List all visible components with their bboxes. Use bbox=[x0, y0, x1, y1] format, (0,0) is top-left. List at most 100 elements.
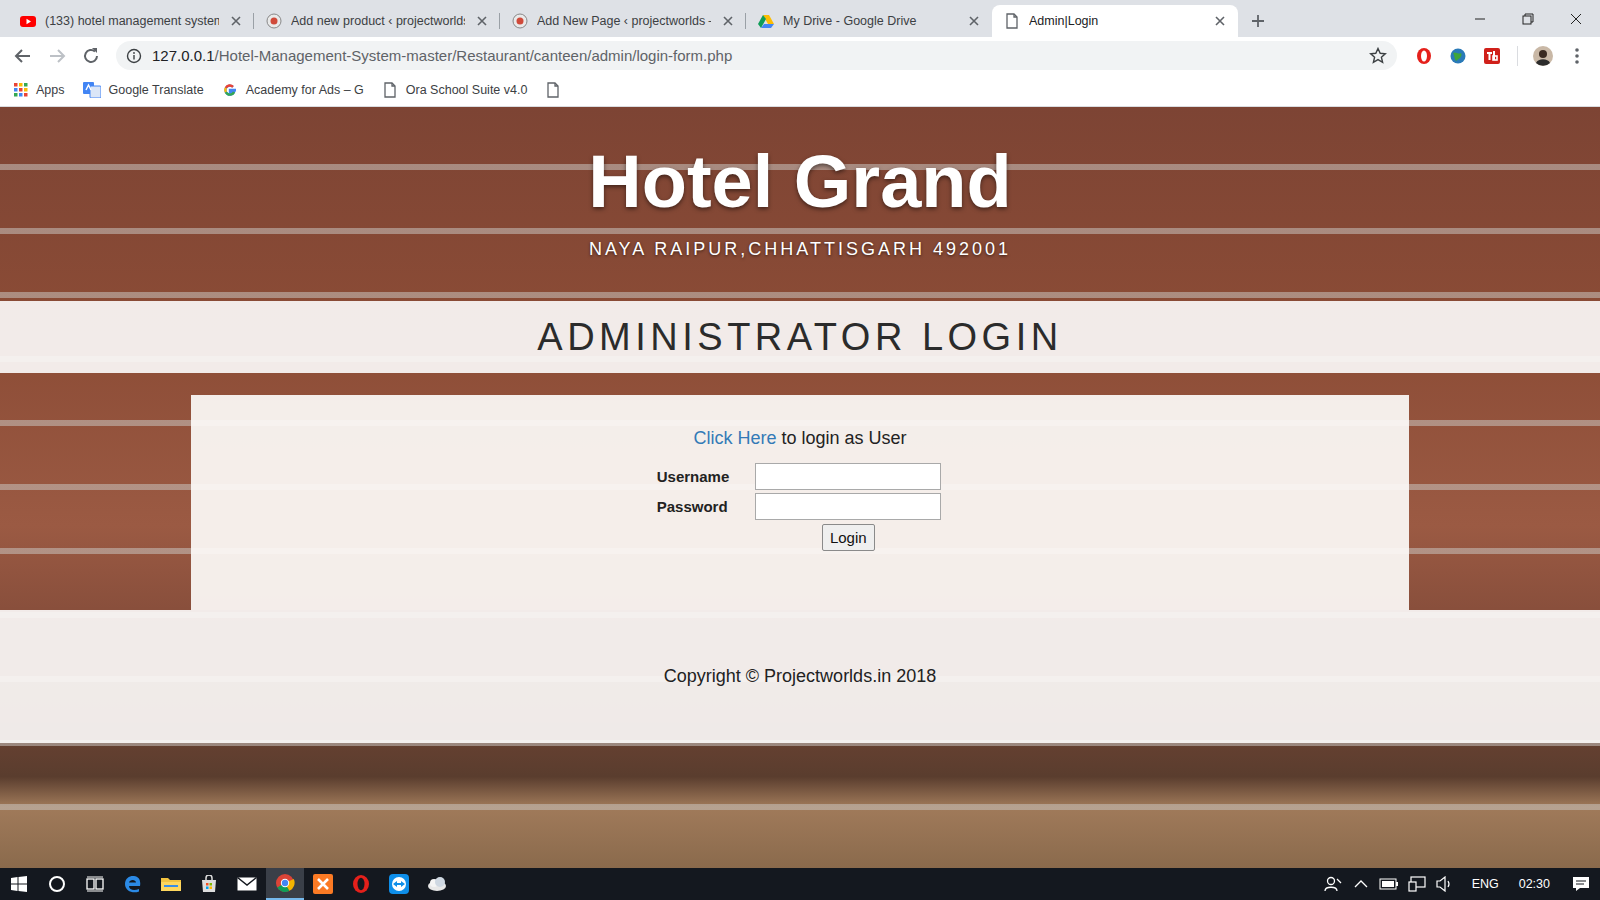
tab-title: Add new product ‹ projectworlds bbox=[291, 14, 465, 28]
login-button[interactable]: Login bbox=[822, 524, 875, 551]
browser-tab[interactable]: Admin|Login bbox=[992, 5, 1238, 37]
bookmarks-bar: Apps Google Translate Academy for Ads – G O… bbox=[0, 74, 1600, 107]
close-icon[interactable] bbox=[474, 13, 490, 29]
network-icon[interactable] bbox=[1406, 876, 1428, 892]
user-login-link[interactable]: Click Here bbox=[693, 428, 776, 448]
site-footer: Copyright © Projectworlds.in 2018 bbox=[0, 610, 1600, 743]
taskbar-button[interactable] bbox=[266, 868, 304, 900]
close-icon[interactable] bbox=[720, 13, 736, 29]
taskbar-button[interactable] bbox=[38, 868, 76, 900]
taskbar-button[interactable] bbox=[76, 868, 114, 900]
bookmark-item[interactable]: Academy for Ads – G bbox=[222, 82, 364, 98]
copyright: Copyright © Projectworlds.in 2018 bbox=[664, 666, 936, 687]
tab-separator bbox=[745, 13, 746, 29]
password-input[interactable] bbox=[755, 493, 941, 520]
restore-icon[interactable] bbox=[1504, 0, 1552, 37]
bookmark-item[interactable]: Apps bbox=[14, 83, 65, 97]
site-title: Hotel Grand bbox=[588, 145, 1011, 219]
site-header: Hotel Grand NAYA RAIPUR,CHHATTISGARH 4920… bbox=[0, 107, 1600, 301]
close-icon[interactable] bbox=[966, 13, 982, 29]
edge-icon bbox=[124, 875, 142, 893]
taskview-icon bbox=[86, 876, 104, 892]
input-language[interactable]: ENG bbox=[1462, 877, 1509, 891]
taskbar-button[interactable] bbox=[380, 868, 418, 900]
taskbar-button[interactable] bbox=[304, 868, 342, 900]
taskbar-button[interactable] bbox=[342, 868, 380, 900]
url-host: 127.0.0.1 bbox=[152, 47, 215, 64]
weather-icon bbox=[426, 875, 448, 893]
taskbar-button[interactable] bbox=[418, 868, 456, 900]
mail-icon bbox=[237, 877, 257, 891]
store-icon bbox=[200, 875, 218, 893]
wordpress-favicon-icon bbox=[512, 13, 528, 29]
back-icon[interactable] bbox=[8, 41, 38, 71]
close-window-icon[interactable] bbox=[1552, 0, 1600, 37]
browser-tab[interactable]: My Drive - Google Drive bbox=[746, 5, 992, 37]
search-icon bbox=[48, 875, 66, 893]
url-text: 127.0.0.1/Hotel-Management-System-master… bbox=[152, 47, 1359, 64]
profile-avatar-icon[interactable] bbox=[1528, 41, 1558, 71]
field-label: Password bbox=[657, 498, 730, 515]
opera-icon bbox=[351, 874, 371, 894]
clock[interactable]: 02:30 bbox=[1515, 877, 1564, 891]
taskbar-button[interactable] bbox=[190, 868, 228, 900]
people-icon[interactable] bbox=[1322, 876, 1344, 892]
info-icon[interactable] bbox=[126, 48, 142, 64]
minimize-icon[interactable] bbox=[1456, 0, 1504, 37]
taskbar-button[interactable] bbox=[228, 868, 266, 900]
opera-extension-icon[interactable] bbox=[1409, 41, 1439, 71]
drive-favicon-icon bbox=[758, 13, 774, 29]
bookmark-item[interactable]: Ora School Suite v4.0 bbox=[382, 82, 528, 98]
forward-icon[interactable] bbox=[42, 41, 72, 71]
browser-toolbar: 127.0.0.1/Hotel-Management-System-master… bbox=[0, 37, 1600, 74]
chevron-up-icon[interactable] bbox=[1350, 879, 1372, 889]
bookmark-label: Apps bbox=[36, 83, 65, 97]
notifications-icon[interactable] bbox=[1570, 876, 1592, 892]
browser-tab[interactable]: (133) hotel management system bbox=[8, 5, 254, 37]
page-icon bbox=[382, 82, 398, 98]
tb-extension-icon[interactable] bbox=[1477, 41, 1507, 71]
browser-tab[interactable]: Add New Page ‹ projectworlds – bbox=[500, 5, 746, 37]
page-icon bbox=[545, 82, 561, 98]
bookmark-item[interactable] bbox=[545, 82, 561, 98]
star-icon[interactable] bbox=[1369, 47, 1387, 65]
system-tray: ENG 02:30 bbox=[1322, 876, 1600, 892]
close-icon[interactable] bbox=[228, 13, 244, 29]
username-input[interactable] bbox=[755, 463, 941, 490]
taskbar-button[interactable] bbox=[0, 868, 38, 900]
url-path: /Hotel-Management-System-master/Restaura… bbox=[215, 47, 733, 64]
tab-strip: (133) hotel management system Add new pro… bbox=[0, 0, 1600, 37]
menu-icon[interactable] bbox=[1562, 41, 1592, 71]
tab-separator bbox=[499, 13, 500, 29]
login-box: Click Here to login as UserUsernamePassw… bbox=[191, 395, 1409, 610]
site-address: NAYA RAIPUR,CHHATTISGARH 492001 bbox=[589, 239, 1011, 260]
address-bar[interactable]: 127.0.0.1/Hotel-Management-System-master… bbox=[116, 41, 1397, 70]
taskbar-button[interactable] bbox=[152, 868, 190, 900]
close-icon[interactable] bbox=[1212, 13, 1228, 29]
youtube-favicon-icon bbox=[20, 13, 36, 29]
browser-tab[interactable]: Add new product ‹ projectworlds bbox=[254, 5, 500, 37]
bookmark-label: Google Translate bbox=[109, 83, 204, 97]
bookmark-label: Academy for Ads – G bbox=[246, 83, 364, 97]
taskbar-button[interactable] bbox=[114, 868, 152, 900]
battery-icon[interactable] bbox=[1378, 878, 1400, 890]
start-icon bbox=[11, 876, 27, 892]
reload-icon[interactable] bbox=[76, 41, 106, 71]
explorer-icon bbox=[161, 876, 181, 892]
translate-icon bbox=[83, 82, 101, 98]
bookmark-item[interactable]: Google Translate bbox=[83, 82, 204, 98]
teamviewer-icon bbox=[389, 874, 409, 894]
tab-title: Admin|Login bbox=[1029, 14, 1203, 28]
globe-extension-icon[interactable] bbox=[1443, 41, 1473, 71]
heading-band: ADMINISTRATOR LOGIN bbox=[0, 301, 1600, 373]
volume-icon[interactable] bbox=[1434, 876, 1456, 892]
tab-title: Add New Page ‹ projectworlds – bbox=[537, 14, 711, 28]
login-form: UsernamePasswordLogin bbox=[657, 463, 942, 551]
tab-title: (133) hotel management system bbox=[45, 14, 219, 28]
toolbar-separator bbox=[1517, 46, 1518, 66]
page-favicon-icon bbox=[1004, 13, 1020, 29]
google-icon bbox=[222, 82, 238, 98]
user-login-hint: Click Here to login as User bbox=[693, 428, 906, 449]
new-tab-button[interactable] bbox=[1238, 5, 1278, 37]
tab-title: My Drive - Google Drive bbox=[783, 14, 957, 28]
